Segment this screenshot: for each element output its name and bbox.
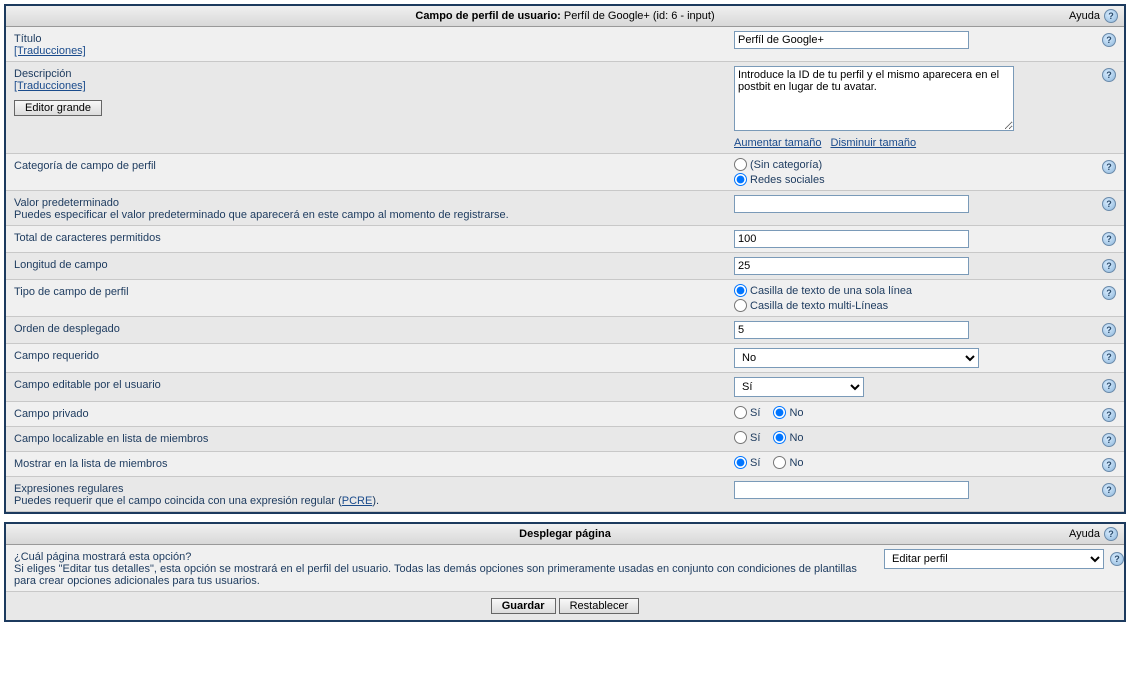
label-tipo: Tipo de campo de perfil	[14, 286, 724, 298]
help-icon[interactable]: ?	[1104, 9, 1118, 23]
hint-default: Puedes especificar el valor predetermina…	[14, 209, 724, 221]
row-default: Valor predeterminado Puedes especificar …	[6, 191, 1124, 226]
row-privado: Campo privado Sí No ?	[6, 402, 1124, 427]
help-label: Ayuda	[1069, 10, 1100, 22]
label-orden: Orden de desplegado	[14, 323, 724, 335]
descripcion-textarea[interactable]: Introduce la ID de tu perfil y el mismo …	[734, 66, 1014, 131]
help-icon[interactable]: ?	[1102, 483, 1116, 497]
label-privado: Campo privado	[14, 408, 724, 420]
help-icon[interactable]: ?	[1102, 232, 1116, 246]
help-icon[interactable]: ?	[1102, 286, 1116, 300]
label-longitud: Longitud de campo	[14, 259, 724, 271]
label-mostrar: Mostrar en la lista de miembros	[14, 458, 724, 470]
label-editable: Campo editable por el usuario	[14, 379, 724, 391]
display-page-select[interactable]: Editar perfil	[884, 549, 1104, 569]
profile-field-panel: Campo de perfil de usuario: Perfíl de Go…	[4, 4, 1126, 514]
radio-multi-line[interactable]: Casilla de texto multi-Líneas	[734, 299, 912, 312]
radio-sin-categoria[interactable]: (Sin categoría)	[734, 158, 825, 171]
translations-link[interactable]: [Traducciones]	[14, 80, 86, 92]
label-regex: Expresiones regulares	[14, 483, 724, 495]
help-icon[interactable]: ?	[1102, 323, 1116, 337]
footer-buttons: Guardar Restablecer	[6, 592, 1124, 620]
panel2-header: Desplegar página Ayuda ?	[6, 524, 1124, 545]
decrease-size-link[interactable]: Disminuir tamaño	[831, 137, 917, 149]
label-default: Valor predeterminado	[14, 197, 724, 209]
radio-mostrar-si[interactable]: Sí	[734, 456, 760, 469]
radio-localizable-si[interactable]: Sí	[734, 431, 760, 444]
regex-input[interactable]	[734, 481, 969, 499]
help-icon[interactable]: ?	[1104, 527, 1118, 541]
reset-button[interactable]: Restablecer	[559, 598, 640, 614]
help-icon[interactable]: ?	[1102, 379, 1116, 393]
panel2-title: Desplegar página	[519, 528, 611, 540]
editor-grande-button[interactable]: Editor grande	[14, 100, 102, 116]
label-display-page: ¿Cuál página mostrará esta opción?	[14, 551, 874, 563]
row-orden: Orden de desplegado ?	[6, 317, 1124, 344]
hint-regex: Puedes requerir que el campo coincida co…	[14, 495, 724, 507]
panel-title-value: Perfíl de Google+ (id: 6 - input)	[564, 10, 715, 22]
help-icon[interactable]: ?	[1102, 197, 1116, 211]
panel-header: Campo de perfil de usuario: Perfíl de Go…	[6, 6, 1124, 27]
radio-mostrar-no[interactable]: No	[773, 456, 803, 469]
row-regex: Expresiones regulares Puedes requerir qu…	[6, 477, 1124, 512]
increase-size-link[interactable]: Aumentar tamaño	[734, 137, 821, 149]
help-icon[interactable]: ?	[1102, 458, 1116, 472]
label-descripcion: Descripción	[14, 68, 724, 80]
row-titulo: Título [Traducciones] ?	[6, 27, 1124, 62]
requerido-select[interactable]: No	[734, 348, 979, 368]
row-tipo: Tipo de campo de perfil Casilla de texto…	[6, 280, 1124, 317]
row-maxchars: Total de caracteres permitidos ?	[6, 226, 1124, 253]
label-categoria: Categoría de campo de perfil	[14, 160, 724, 172]
row-categoria: Categoría de campo de perfil (Sin catego…	[6, 154, 1124, 191]
row-editable: Campo editable por el usuario Sí ?	[6, 373, 1124, 402]
row-display-page: ¿Cuál página mostrará esta opción? Si el…	[6, 545, 1124, 592]
radio-privado-no[interactable]: No	[773, 406, 803, 419]
save-button[interactable]: Guardar	[491, 598, 556, 614]
help-icon[interactable]: ?	[1102, 33, 1116, 47]
help-icon[interactable]: ?	[1102, 160, 1116, 174]
row-mostrar: Mostrar en la lista de miembros Sí No ?	[6, 452, 1124, 477]
label-titulo: Título	[14, 33, 724, 45]
row-requerido: Campo requerido No ?	[6, 344, 1124, 373]
label-maxchars: Total de caracteres permitidos	[14, 232, 724, 244]
radio-single-line[interactable]: Casilla de texto de una sola línea	[734, 284, 912, 297]
label-localizable: Campo localizable en lista de miembros	[14, 433, 724, 445]
radio-localizable-no[interactable]: No	[773, 431, 803, 444]
translations-link[interactable]: [Traducciones]	[14, 45, 86, 57]
display-page-panel: Desplegar página Ayuda ? ¿Cuál página mo…	[4, 522, 1126, 622]
radio-privado-si[interactable]: Sí	[734, 406, 760, 419]
hint-display-page: Si eliges "Editar tus detalles", esta op…	[14, 563, 874, 587]
help-icon[interactable]: ?	[1102, 68, 1116, 82]
label-requerido: Campo requerido	[14, 350, 724, 362]
help-icon[interactable]: ?	[1102, 408, 1116, 422]
row-localizable: Campo localizable en lista de miembros S…	[6, 427, 1124, 452]
maxchars-input[interactable]	[734, 230, 969, 248]
editable-select[interactable]: Sí	[734, 377, 864, 397]
orden-input[interactable]	[734, 321, 969, 339]
help-label: Ayuda	[1069, 528, 1100, 540]
help-icon[interactable]: ?	[1102, 259, 1116, 273]
longitud-input[interactable]	[734, 257, 969, 275]
help-icon[interactable]: ?	[1102, 350, 1116, 364]
titulo-input[interactable]	[734, 31, 969, 49]
help-icon[interactable]: ?	[1102, 433, 1116, 447]
row-descripcion: Descripción [Traducciones] Editor grande…	[6, 62, 1124, 154]
row-longitud: Longitud de campo ?	[6, 253, 1124, 280]
default-input[interactable]	[734, 195, 969, 213]
pcre-link[interactable]: PCRE	[342, 495, 373, 507]
panel-title-label: Campo de perfil de usuario:	[415, 10, 560, 22]
help-icon[interactable]: ?	[1110, 552, 1124, 566]
radio-redes-sociales[interactable]: Redes sociales	[734, 173, 825, 186]
